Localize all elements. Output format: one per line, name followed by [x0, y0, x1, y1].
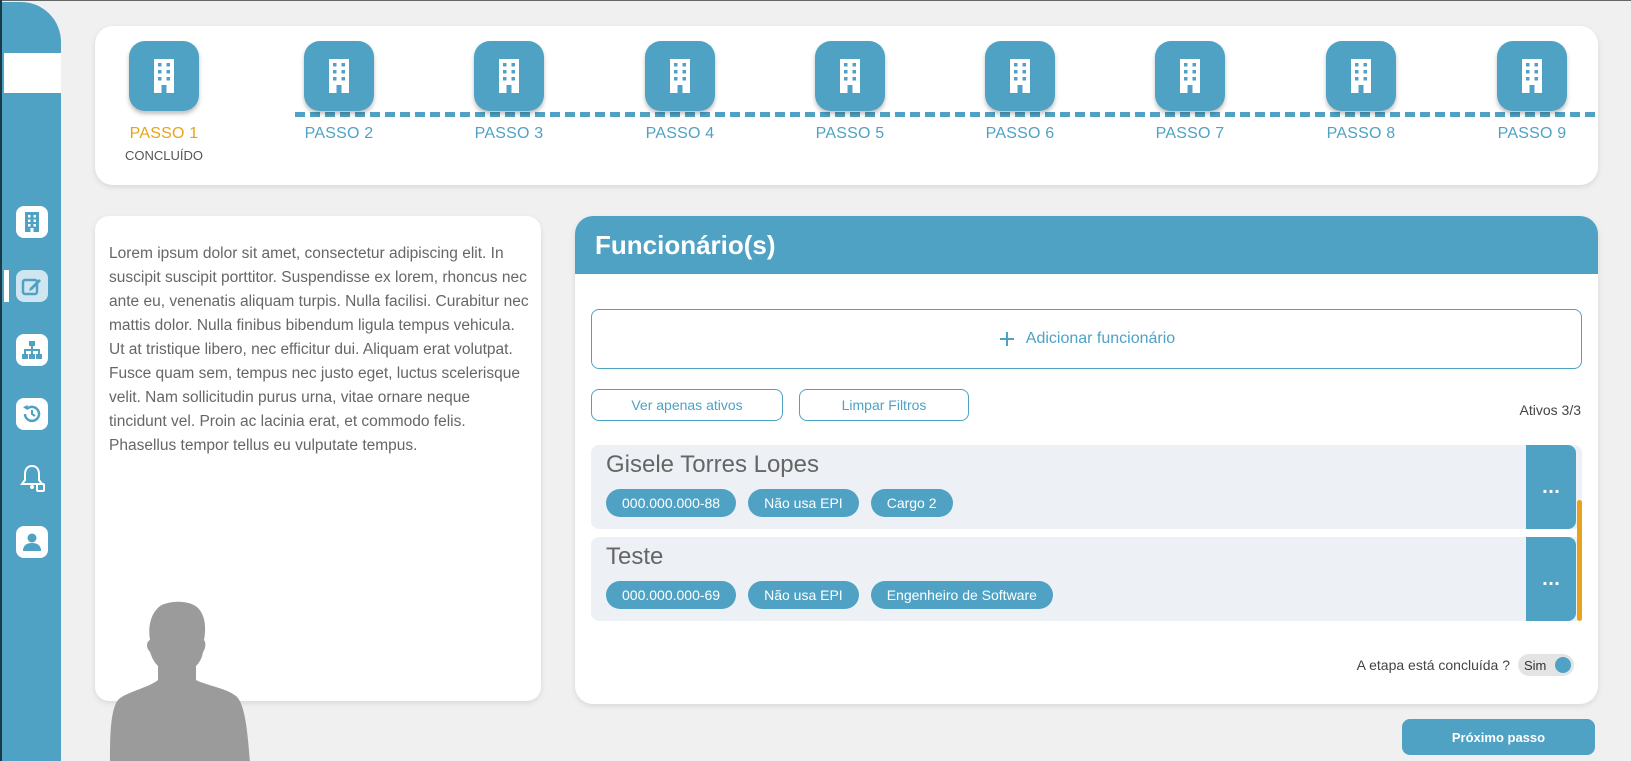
role-badge: Engenheiro de Software	[870, 581, 1053, 609]
active-count: Ativos 3/3	[1519, 402, 1581, 418]
epi-badge: Não usa EPI	[748, 581, 859, 609]
step-building-icon[interactable]	[985, 41, 1055, 111]
step-2: PASSO 2	[279, 41, 399, 143]
person-silhouette-image	[110, 601, 250, 761]
step-label: PASSO 8	[1326, 125, 1396, 142]
building-icon	[25, 212, 39, 232]
step-status: CONCLUÍDO	[124, 148, 203, 163]
step-building-icon[interactable]	[645, 41, 715, 111]
step-label: PASSO 6	[985, 125, 1055, 142]
bell-icon	[20, 464, 45, 492]
toggle-label: Sim	[1524, 657, 1547, 673]
cpf-badge: 000.000.000-88	[606, 489, 737, 517]
employees-panel: Funcionário(s) Adicionar funcionário Ver…	[575, 216, 1598, 704]
step-3: PASSO 3	[449, 41, 569, 143]
step-done-question: A etapa está concluída ?	[1356, 657, 1510, 673]
add-employee-button[interactable]: Adicionar funcionário	[591, 309, 1582, 369]
table-row: Teste 000.000.000-69 Não usa EPI Engenhe…	[591, 537, 1582, 621]
sidebar	[0, 2, 61, 761]
step-done-toggle[interactable]: Sim	[1518, 654, 1574, 676]
next-step-button[interactable]: Próximo passo	[1402, 719, 1595, 755]
sidebar-item-notifications[interactable]	[16, 462, 48, 494]
step-6: PASSO 6	[960, 41, 1080, 143]
step-building-icon[interactable]	[1497, 41, 1567, 111]
history-icon	[23, 405, 41, 423]
sidebar-item-org-chart[interactable]	[16, 334, 48, 366]
sidebar-item-company[interactable]	[16, 206, 48, 238]
step-label: PASSO 4	[645, 125, 715, 142]
step-9: PASSO 9	[1472, 41, 1592, 143]
step-label: PASSO 9	[1497, 125, 1567, 142]
sidebar-item-profile[interactable]	[16, 526, 48, 558]
employee-tags: 000.000.000-88 Não usa EPI Cargo 2	[606, 489, 953, 517]
info-text: Lorem ipsum dolor sit amet, consectetur …	[109, 245, 529, 454]
step-label: PASSO 2	[304, 125, 374, 142]
sidebar-active-indicator	[4, 270, 9, 302]
user-icon	[23, 533, 41, 551]
step-1: PASSO 1 CONCLUÍDO	[104, 41, 224, 163]
step-5: PASSO 5	[790, 41, 910, 143]
plus-icon	[999, 332, 1014, 346]
row-menu-button[interactable]: ...	[1526, 537, 1576, 621]
epi-badge: Não usa EPI	[748, 489, 859, 517]
step-4: PASSO 4	[620, 41, 740, 143]
show-active-only-button[interactable]: Ver apenas ativos	[591, 389, 783, 421]
role-badge: Cargo 2	[870, 489, 953, 517]
step-building-icon[interactable]	[1326, 41, 1396, 111]
toggle-knob	[1555, 657, 1571, 673]
edit-icon	[21, 278, 41, 296]
step-building-icon[interactable]	[474, 41, 544, 111]
employee-tags: 000.000.000-69 Não usa EPI Engenheiro de…	[606, 581, 1053, 609]
sidebar-logo-bar	[4, 53, 61, 93]
step-label: PASSO 3	[474, 125, 544, 142]
step-building-icon[interactable]	[129, 41, 199, 111]
window-top-border	[0, 0, 1631, 1]
panel-title: Funcionário(s)	[595, 229, 776, 260]
step-label: PASSO 1	[129, 125, 199, 142]
employee-name: Gisele Torres Lopes	[606, 451, 819, 478]
employee-list: Gisele Torres Lopes 000.000.000-88 Não u…	[591, 445, 1582, 629]
table-row: Gisele Torres Lopes 000.000.000-88 Não u…	[591, 445, 1582, 529]
step-building-icon[interactable]	[815, 41, 885, 111]
sidebar-item-edit[interactable]	[16, 270, 48, 302]
list-scrollbar[interactable]	[1577, 500, 1582, 621]
clear-filters-button[interactable]: Limpar Filtros	[799, 389, 969, 421]
step-label: PASSO 7	[1155, 125, 1225, 142]
step-building-icon[interactable]	[304, 41, 374, 111]
row-menu-button[interactable]: ...	[1526, 445, 1576, 529]
step-label: PASSO 5	[815, 125, 885, 142]
employee-name: Teste	[606, 543, 664, 570]
step-8: PASSO 8	[1301, 41, 1421, 143]
add-employee-label: Adicionar funcionário	[1025, 330, 1176, 347]
step-done-row: A etapa está concluída ? Sim	[1357, 654, 1574, 676]
step-building-icon[interactable]	[1155, 41, 1225, 111]
step-7: PASSO 7	[1130, 41, 1250, 143]
panel-header: Funcionário(s)	[575, 216, 1598, 274]
sidebar-edge	[0, 0, 2, 761]
sidebar-item-history[interactable]	[16, 398, 48, 430]
org-chart-icon	[22, 341, 42, 359]
cpf-badge: 000.000.000-69	[606, 581, 737, 609]
